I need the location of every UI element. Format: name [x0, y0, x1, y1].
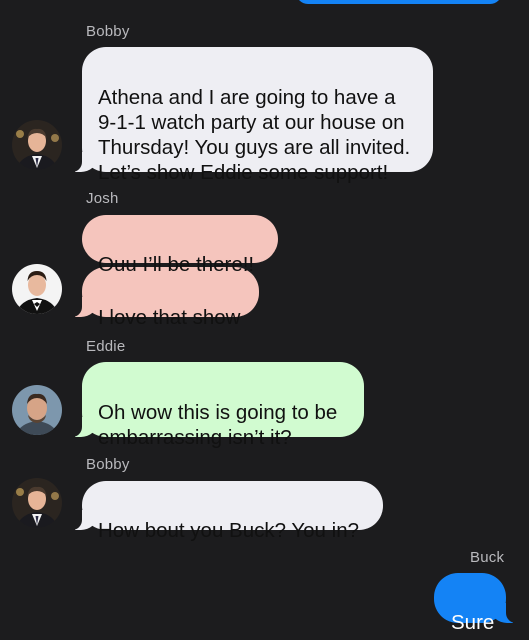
- josh-avatar[interactable]: [12, 264, 62, 314]
- message-bubble[interactable]: Ouu I’ll be there!!: [82, 215, 278, 276]
- person-avatar-icon: [12, 478, 62, 528]
- message-text: Oh wow this is going to be embarrassing …: [98, 401, 338, 449]
- message-text: How bout you Buck? You in?: [98, 519, 359, 542]
- eddie-avatar[interactable]: [12, 385, 62, 435]
- sender-name: Josh: [86, 190, 119, 207]
- previous-outgoing-bubble[interactable]: [296, 0, 502, 4]
- message-text: I love that show: [98, 306, 241, 329]
- sender-name: Buck: [470, 549, 505, 566]
- message-text: Athena and I are going to have a 9-1-1 w…: [98, 86, 411, 184]
- person-avatar-icon: [12, 120, 62, 170]
- message-bubble[interactable]: Oh wow this is going to be embarrassing …: [70, 362, 364, 449]
- sender-name: Eddie: [86, 338, 126, 355]
- sender-name: Bobby: [86, 456, 130, 473]
- sender-name: Bobby: [86, 23, 130, 40]
- bobby-avatar[interactable]: [12, 478, 62, 528]
- message-bubble[interactable]: How bout you Buck? You in?: [70, 481, 383, 542]
- message-bubble[interactable]: Athena and I are going to have a 9-1-1 w…: [70, 47, 433, 184]
- person-avatar-icon: [12, 385, 62, 435]
- message-text: Ouu I’ll be there!!: [98, 253, 255, 276]
- message-text: Sure: [451, 611, 495, 634]
- bobby-avatar[interactable]: [12, 120, 62, 170]
- outgoing-message-bubble[interactable]: Sure: [434, 573, 518, 634]
- person-avatar-icon: [12, 264, 62, 314]
